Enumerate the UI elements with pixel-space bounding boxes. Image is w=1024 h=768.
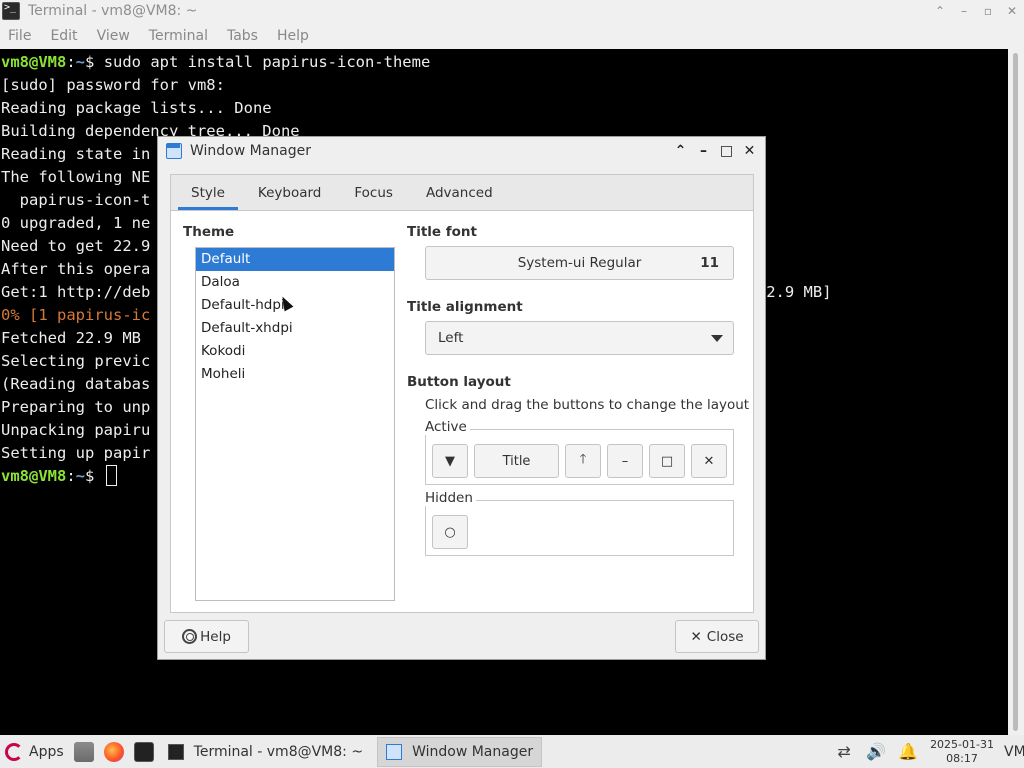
menu-view[interactable]: View: [97, 28, 130, 44]
terminal-app-icon: [2, 2, 20, 20]
chevron-down-icon: [711, 335, 723, 342]
help-button-label: Help: [200, 628, 231, 645]
title-alignment-value: Left: [438, 330, 464, 346]
taskbar-item-window-manager[interactable]: Window Manager: [377, 736, 543, 767]
button-layout-heading: Button layout: [407, 374, 511, 390]
dialog-shade-icon[interactable]: ⌃: [669, 143, 692, 159]
dialog-minimize-icon[interactable]: –: [692, 143, 715, 159]
theme-item[interactable]: Default-xhdpi: [196, 317, 394, 340]
style-panel: Theme Default Daloa Default-hdpi Default…: [170, 210, 754, 613]
terminal-line: Reading package lists... Done: [1, 99, 272, 117]
shade-button[interactable]: 🡑: [565, 444, 601, 478]
apps-menu-button[interactable]: Apps: [5, 742, 64, 761]
window-manager-icon: [166, 143, 182, 159]
tab-advanced[interactable]: Advanced: [413, 175, 506, 210]
notification-bell-icon[interactable]: 🔔: [898, 742, 918, 761]
minimize-icon: –: [621, 453, 629, 469]
clock-time: 08:17: [946, 751, 978, 765]
apps-label: Apps: [29, 743, 64, 760]
button-layout-hint: Click and drag the buttons to change the…: [425, 397, 750, 413]
terminal-close-icon[interactable]: ✕: [1000, 4, 1024, 18]
network-icon[interactable]: ⇄: [834, 742, 854, 761]
theme-item[interactable]: Moheli: [196, 363, 394, 386]
theme-item[interactable]: Default-hdpi: [196, 294, 394, 317]
terminal-menubar: File Edit View Terminal Tabs Help: [0, 22, 1024, 49]
terminal-task-icon: [167, 743, 184, 760]
active-label: Active: [425, 419, 470, 435]
terminal-minimize-icon[interactable]: –: [952, 4, 976, 18]
terminal-cursor: [105, 465, 117, 486]
system-tray: ⇄ 🔊 🔔 2025-01-31 08:17 VM8: [834, 735, 1024, 768]
dialog-tabs: Style Keyboard Focus Advanced: [170, 174, 754, 210]
theme-item[interactable]: Kokodi: [196, 340, 394, 363]
menu-button[interactable]: ▼: [432, 444, 468, 478]
taskbar-item-label: Window Manager: [412, 743, 534, 760]
terminal-line: [sudo] password for vm8:: [1, 76, 225, 94]
window-manager-dialog: Window Manager ⌃ – □ ✕ Style Keyboard Fo…: [157, 136, 766, 660]
stick-circle-icon: ○: [444, 524, 456, 540]
clock[interactable]: 2025-01-31 08:17: [930, 738, 994, 766]
firefox-launcher-icon[interactable]: [103, 741, 124, 762]
terminal-maximize-icon[interactable]: ▫: [976, 4, 1000, 18]
theme-item[interactable]: Daloa: [196, 271, 394, 294]
help-button[interactable]: Help: [164, 620, 249, 653]
menu-edit[interactable]: Edit: [50, 28, 77, 44]
hidden-buttons-frame: Hidden ○: [425, 490, 734, 556]
dialog-maximize-icon[interactable]: □: [715, 143, 738, 159]
menu-file[interactable]: File: [8, 28, 31, 44]
close-button-label: Close: [706, 628, 744, 645]
terminal-titlebar: Terminal - vm8@VM8: ~ ⌃ – ▫ ✕: [0, 0, 1024, 22]
title-alignment-heading: Title alignment: [407, 299, 523, 315]
window-manager-task-icon: [386, 743, 403, 760]
active-buttons-frame: Active ▼ Title 🡑 – □ ✕: [425, 419, 734, 485]
menu-triangle-icon: ▼: [445, 453, 455, 469]
terminal-restore-icon[interactable]: ⌃: [928, 4, 952, 18]
user-menu[interactable]: VM8: [1004, 744, 1024, 760]
terminal-scrollbar[interactable]: [1008, 49, 1024, 735]
tab-focus[interactable]: Focus: [341, 175, 406, 210]
title-font-heading: Title font: [407, 224, 477, 240]
close-button[interactable]: ✕ Close: [675, 620, 759, 653]
theme-heading: Theme: [183, 224, 235, 240]
tab-style[interactable]: Style: [178, 175, 238, 210]
debian-logo-icon: [5, 742, 23, 761]
hidden-label: Hidden: [425, 490, 476, 506]
terminal-launcher-icon[interactable]: [133, 741, 154, 762]
arrow-up-icon: 🡑: [579, 452, 587, 467]
dialog-titlebar[interactable]: Window Manager ⌃ – □ ✕: [158, 137, 765, 165]
tab-keyboard[interactable]: Keyboard: [245, 175, 334, 210]
close-x-icon: ✕: [690, 628, 702, 645]
taskbar-item-label: Terminal - vm8@VM8: ~: [193, 743, 364, 760]
scrollbar-thumb[interactable]: [1013, 53, 1018, 731]
help-lifebuoy-icon: [182, 629, 198, 644]
menu-tabs[interactable]: Tabs: [227, 28, 258, 44]
close-button-preview[interactable]: ✕: [691, 444, 727, 478]
theme-item[interactable]: Default: [196, 248, 394, 271]
title-button[interactable]: Title: [474, 444, 559, 478]
terminal-command-line: vm8@VM8:~$ sudo apt install papirus-icon…: [1, 53, 431, 71]
maximize-button[interactable]: □: [649, 444, 685, 478]
title-font-size: 11: [700, 255, 719, 271]
minimize-button[interactable]: –: [607, 444, 643, 478]
terminal-window-title: Terminal - vm8@VM8: ~: [28, 3, 198, 19]
dialog-title: Window Manager: [190, 143, 312, 159]
title-button-label: Title: [502, 453, 531, 469]
title-font-button[interactable]: System-ui Regular 11: [425, 246, 734, 280]
file-manager-launcher-icon[interactable]: [73, 741, 94, 762]
dialog-close-icon[interactable]: ✕: [738, 143, 761, 159]
taskbar-item-terminal[interactable]: Terminal - vm8@VM8: ~: [160, 737, 371, 767]
maximize-icon: □: [660, 453, 674, 469]
title-alignment-select[interactable]: Left: [425, 321, 734, 355]
taskbar: Apps Terminal - vm8@VM8: ~ Window Manage…: [0, 735, 1024, 768]
close-icon: ✕: [703, 453, 715, 469]
stick-button[interactable]: ○: [432, 515, 468, 549]
menu-terminal[interactable]: Terminal: [149, 28, 208, 44]
volume-icon[interactable]: 🔊: [866, 742, 886, 761]
title-font-name: System-ui Regular: [517, 255, 642, 271]
clock-date: 2025-01-31: [930, 737, 994, 751]
theme-list[interactable]: Default Daloa Default-hdpi Default-xhdpi…: [195, 247, 395, 601]
menu-help[interactable]: Help: [277, 28, 309, 44]
